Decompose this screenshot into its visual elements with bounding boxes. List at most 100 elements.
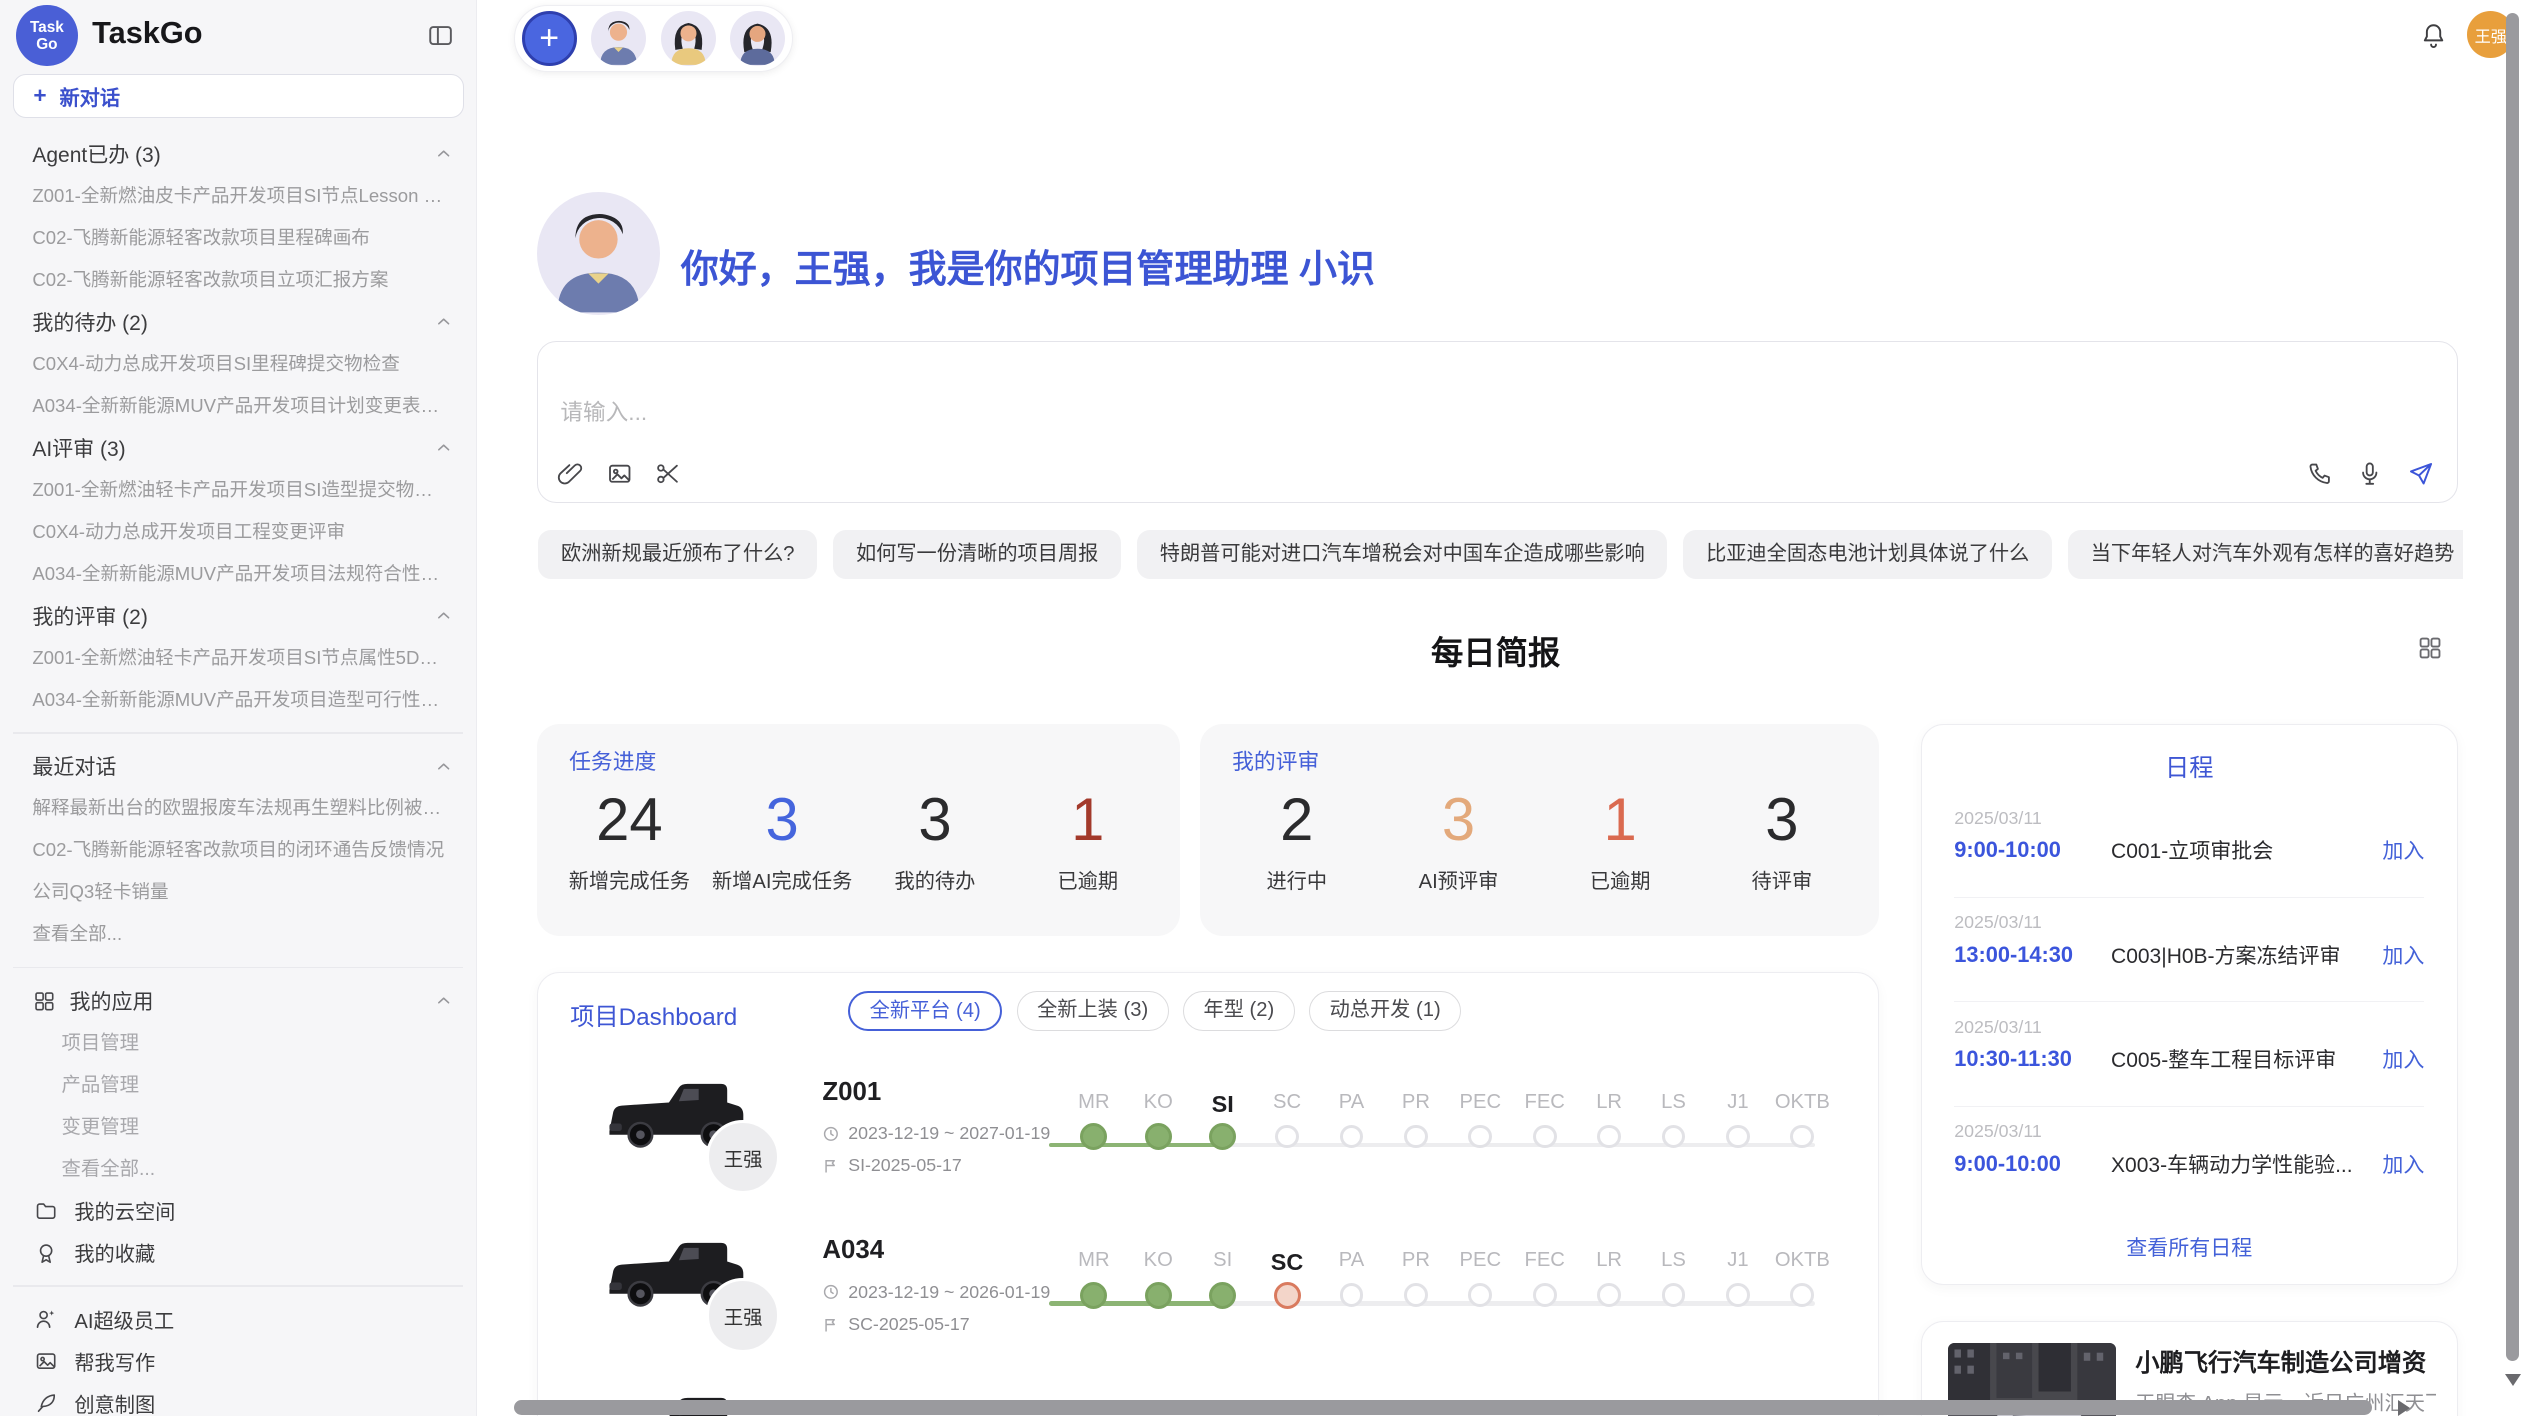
join-link[interactable]: 加入 xyxy=(2382,1044,2424,1074)
suggestion-chip[interactable]: 如何写一份清晰的项目周报 xyxy=(833,530,1121,579)
sidebar-item[interactable]: C0X4-动力总成开发项目工程变更评审 xyxy=(0,511,476,553)
milestone-timeline: MRKOSISCPAPRPECFECLRLSJ1OKTB xyxy=(1049,1052,1828,1210)
milestone-dot xyxy=(1209,1282,1236,1309)
view-all-schedule-link[interactable]: 查看所有日程 xyxy=(1922,1232,2457,1262)
milestone-label: LR xyxy=(1577,1249,1641,1278)
milestone: MR xyxy=(1062,1052,1126,1150)
sidebar-section-header[interactable]: AI评审 (3) xyxy=(0,427,476,469)
sidebar-section-header[interactable]: 我的待办 (2) xyxy=(0,301,476,343)
image-upload-icon[interactable] xyxy=(606,460,633,487)
date-range-text: 2023-12-19 ~ 2026-01-19 xyxy=(848,1282,1050,1303)
view-all-apps-link[interactable]: 查看全部... xyxy=(0,1148,476,1190)
chat-input-card xyxy=(537,341,2458,503)
agent-avatar-3[interactable] xyxy=(730,11,785,66)
dashboard-tab[interactable]: 全新上装 (3) xyxy=(1017,991,1169,1031)
date-range-text: 2023-12-19 ~ 2027-01-19 xyxy=(848,1123,1050,1144)
new-chat-button[interactable]: + 新对话 xyxy=(13,74,464,118)
chat-input[interactable] xyxy=(557,391,2019,462)
project-row[interactable]: 王强Z0012023-12-19 ~ 2027-01-19SI-2025-05-… xyxy=(538,1052,1877,1210)
dashboard-tab[interactable]: 全新平台 (4) xyxy=(848,991,1002,1031)
milestone-label: KO xyxy=(1126,1249,1190,1278)
stat-column: 3待评审 xyxy=(1701,786,1863,894)
project-row[interactable]: 王强A0342023-12-19 ~ 2026-01-19SC-2025-05-… xyxy=(538,1210,1877,1368)
scroll-right-arrow-icon[interactable] xyxy=(2398,1400,2410,1416)
scroll-down-arrow-icon[interactable] xyxy=(2505,1374,2521,1386)
owner-avatar: 王强 xyxy=(706,1278,780,1352)
attachment-icon[interactable] xyxy=(557,460,584,487)
milestone-dot xyxy=(1404,1283,1428,1307)
join-link[interactable]: 加入 xyxy=(2382,835,2424,865)
sidebar-item[interactable]: Z001-全新燃油轻卡产品开发项目SI造型提交物评审 xyxy=(0,469,476,511)
milestone-dot xyxy=(1726,1283,1750,1307)
app-item[interactable]: 变更管理 xyxy=(0,1106,476,1148)
add-agent-button[interactable]: + xyxy=(522,11,577,66)
join-link[interactable]: 加入 xyxy=(2382,940,2424,970)
sidebar-item[interactable]: C02-飞腾新能源轻客改款项目里程碑画布 xyxy=(0,217,476,259)
screenshot-scissors-icon[interactable] xyxy=(654,460,681,487)
suggestion-chip[interactable]: 特朗普可能对进口汽车增税会对中国车企造成哪些影响 xyxy=(1137,530,1667,579)
sidebar-item[interactable]: A034-全新新能源MUV产品开发项目造型可行性评审 xyxy=(0,679,476,721)
send-icon[interactable] xyxy=(2407,460,2434,487)
view-all-recent-link[interactable]: 查看全部... xyxy=(0,913,476,955)
project-code: Z001 xyxy=(822,1078,881,1107)
schedule-item: 2025/03/1110:30-11:30C005-整车工程目标评审加入 xyxy=(1954,1002,2424,1106)
recent-chat-item[interactable]: C02-飞腾新能源轻客改款项目的闭环通告反馈情况 xyxy=(0,829,476,871)
sidebar-item-help-write[interactable]: 帮我写作 xyxy=(0,1340,476,1382)
stat-column: 24新增完成任务 xyxy=(553,786,706,894)
assistant-avatar xyxy=(537,192,660,315)
milestone: LR xyxy=(1577,1210,1641,1308)
sidebar-item-ai-staff[interactable]: AI超级员工 xyxy=(0,1298,476,1340)
dashboard-tab[interactable]: 动总开发 (1) xyxy=(1309,991,1461,1031)
dashboard-tab[interactable]: 年型 (2) xyxy=(1183,991,1295,1031)
recent-chat-item[interactable]: 解释最新出台的欧盟报废车法规再生塑料比例被调至15%... xyxy=(0,787,476,829)
suggestion-chip[interactable]: 欧洲新规最近颁布了什么? xyxy=(538,530,817,579)
section-title: 最近对话 xyxy=(32,751,116,781)
section-title: 我的应用 xyxy=(70,986,154,1016)
horizontal-scrollbar[interactable] xyxy=(514,1400,2372,1415)
milestone-dot xyxy=(1080,1123,1107,1150)
briefing-layout-icon[interactable] xyxy=(2416,634,2443,661)
milestone-columns: MRKOSISCPAPRPECFECLRLSJ1OKTB xyxy=(1062,1052,1835,1150)
phone-call-icon[interactable] xyxy=(2306,460,2333,487)
sidebar-item-cloud-space[interactable]: 我的云空间 xyxy=(0,1190,476,1232)
app-item[interactable]: 项目管理 xyxy=(0,1022,476,1064)
microphone-icon[interactable] xyxy=(2356,460,2383,487)
suggestion-chip[interactable]: 比亚迪全固态电池计划具体说了什么 xyxy=(1683,530,2052,579)
sidebar-item[interactable]: A034-全新新能源MUV产品开发项目法规符合性评审 xyxy=(0,553,476,595)
milestone-dot xyxy=(1274,1282,1301,1309)
chevron-up-icon xyxy=(434,438,453,457)
clock-icon xyxy=(822,1125,840,1143)
sidebar-section-header[interactable]: Agent已办 (3) xyxy=(0,133,476,175)
sidebar-item-favorites[interactable]: 我的收藏 xyxy=(0,1232,476,1274)
suggestion-chip[interactable]: 当下年轻人对汽车外观有怎样的喜好趋势 xyxy=(2068,530,2462,579)
sidebar-item[interactable]: Z001-全新燃油皮卡产品开发项目SI节点Lesson Learn报告 xyxy=(0,175,476,217)
agent-avatar-1[interactable] xyxy=(591,11,646,66)
sidebar-section-header[interactable]: 我的评审 (2) xyxy=(0,595,476,637)
join-link[interactable]: 加入 xyxy=(2382,1149,2424,1179)
chevron-up-icon xyxy=(434,757,453,776)
sidebar-item[interactable]: C0X4-动力总成开发项目SI里程碑提交物检查 xyxy=(0,343,476,385)
folder-icon xyxy=(34,1199,58,1223)
sidebar-item[interactable]: A034-全新新能源MUV产品开发项目计划变更表编写 xyxy=(0,385,476,427)
notification-bell-icon[interactable] xyxy=(2419,21,2448,50)
sidebar-item[interactable]: C02-飞腾新能源轻客改款项目立项汇报方案 xyxy=(0,259,476,301)
recent-chat-item[interactable]: 公司Q3轻卡销量 xyxy=(0,871,476,913)
favorites-label: 我的收藏 xyxy=(74,1238,155,1267)
sidebar-recent-header[interactable]: 最近对话 xyxy=(0,745,476,787)
app-item[interactable]: 产品管理 xyxy=(0,1064,476,1106)
agent-avatar-2[interactable] xyxy=(661,11,716,66)
schedule-list: 2025/03/119:00-10:00C001-立项审批会加入2025/03/… xyxy=(1954,793,2424,1210)
task-progress-title: 任务进度 xyxy=(569,745,656,776)
stat-value: 3 xyxy=(1378,786,1540,854)
sidebar-collapse-icon[interactable] xyxy=(426,21,455,50)
sidebar-apps-header[interactable]: 我的应用 xyxy=(0,980,476,1022)
stat-label: 已逾期 xyxy=(1011,865,1164,894)
sidebar-list: Agent已办 (3)Z001-全新燃油皮卡产品开发项目SI节点Lesson L… xyxy=(0,133,476,1416)
sidebar-item-creative-draw[interactable]: 创意制图 xyxy=(0,1382,476,1416)
logo-line2: Go xyxy=(36,36,57,53)
sidebar-item[interactable]: Z001-全新燃油轻卡产品开发项目SI节点属性5D文件评审 xyxy=(0,637,476,679)
stat-column: 1已逾期 xyxy=(1011,786,1164,894)
milestone-label: FEC xyxy=(1513,1249,1577,1278)
vertical-scrollbar[interactable] xyxy=(2506,13,2519,1361)
milestone: LS xyxy=(1641,1052,1705,1150)
